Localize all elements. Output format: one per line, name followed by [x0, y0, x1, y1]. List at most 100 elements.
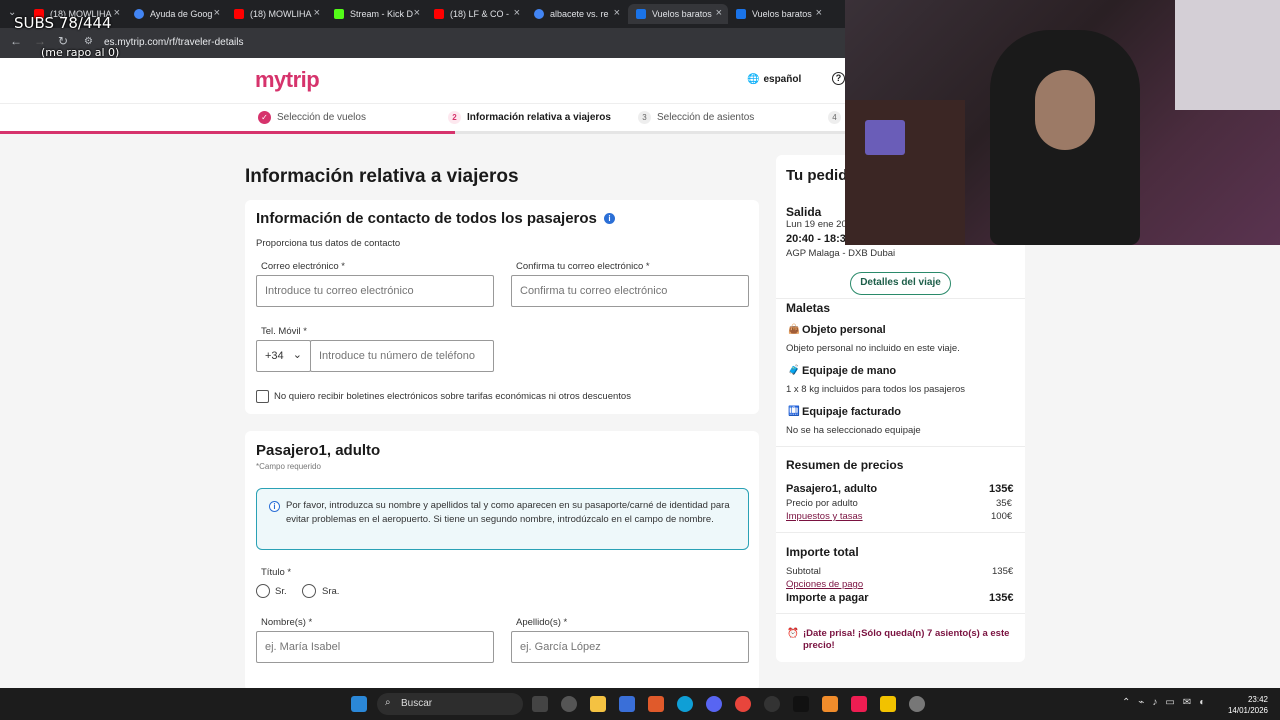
close-tab-icon[interactable]: × — [214, 7, 220, 19]
hand-luggage-title: Equipaje de mano — [802, 365, 897, 377]
trip-details-button[interactable]: Detalles del viaje — [850, 272, 951, 295]
checked-luggage-title: Equipaje facturado — [802, 406, 902, 418]
webcam-shelf — [845, 100, 965, 245]
radio-mrs[interactable] — [302, 584, 316, 598]
tiktok-studio-icon[interactable] — [851, 696, 867, 712]
mytrip-icon — [736, 9, 746, 19]
required-note: *Campo requerido — [256, 462, 321, 471]
browser-tab[interactable]: (18) LF & CO - × — [426, 4, 526, 24]
phone-field[interactable] — [310, 340, 494, 372]
youtube-icon — [234, 9, 244, 19]
name-notice: i Por favor, introduzca su nombre y apel… — [256, 488, 749, 550]
close-tab-icon[interactable]: × — [514, 7, 520, 19]
passenger-line: Pasajero1, adulto — [786, 483, 878, 495]
hand-luggage-icon: 🧳 — [788, 365, 800, 376]
browser-tab[interactable]: Vuelos baratos × — [728, 4, 828, 24]
close-tab-icon[interactable]: × — [414, 7, 420, 19]
step-traveler-info: 2 Información relativa a viajeros — [448, 111, 611, 124]
subtotal-label: Subtotal — [786, 566, 821, 577]
departure-time: 20:40 - 18:3 — [786, 233, 846, 245]
step-4: 4 — [828, 111, 841, 124]
app-icon[interactable] — [561, 696, 577, 712]
email-field[interactable] — [256, 275, 494, 307]
kick-icon — [334, 9, 344, 19]
app-icon[interactable] — [822, 696, 838, 712]
subtotal: 135€ — [992, 566, 1014, 577]
payment-options-link[interactable]: Opciones de pago — [786, 579, 863, 590]
chrome-icon[interactable] — [735, 696, 751, 712]
personal-item-title: Objeto personal — [802, 324, 886, 336]
mytrip-logo[interactable]: mytrip — [255, 67, 320, 93]
taskbar-search[interactable]: ⌕ Buscar — [377, 693, 523, 715]
tiktok-icon[interactable] — [793, 696, 809, 712]
email-label: Correo electrónico * — [261, 261, 345, 272]
webcam-overlay — [845, 0, 1280, 245]
contact-title: Información de contacto de todos los pas… — [256, 210, 597, 227]
close-tab-icon[interactable]: × — [614, 7, 620, 19]
info-icon[interactable]: i — [604, 213, 615, 224]
browser-tab[interactable]: Stream - Kick D × — [326, 4, 426, 24]
globe-icon: 🌐 — [747, 74, 760, 85]
info-icon: i — [269, 501, 280, 512]
file-explorer-icon[interactable] — [590, 696, 606, 712]
browser-tab[interactable]: (18) MOWLIHA × — [226, 4, 326, 24]
divider — [776, 446, 1025, 447]
progress-track — [455, 131, 845, 134]
url-text[interactable]: es.mytrip.com/rf/traveler-details — [104, 37, 243, 48]
hurry-text: ¡Date prisa! ¡Sólo queda(n) 7 asiento(s)… — [803, 628, 1010, 651]
adult-price: 35€ — [996, 498, 1012, 509]
step-number: 2 — [448, 111, 461, 124]
windows-start-icon[interactable] — [351, 696, 367, 712]
language-selector[interactable]: 🌐 español — [747, 74, 801, 85]
taxes-link[interactable]: Impuestos y tasas — [786, 511, 863, 522]
radio-mr-label[interactable]: Sr. — [275, 586, 287, 597]
passenger-price: 135€ — [989, 483, 1014, 495]
step-seat-selection: 3 Selección de asientos — [638, 111, 754, 124]
personal-item-text: Objeto personal no incluido en este viaj… — [786, 343, 960, 354]
confirm-email-field[interactable] — [511, 275, 749, 307]
media-icon[interactable] — [909, 696, 925, 712]
webcam-face — [1035, 70, 1095, 150]
step-flight-selection: ✓ Selección de vuelos — [258, 111, 366, 124]
help-icon[interactable]: ? — [832, 72, 845, 85]
google-icon — [134, 9, 144, 19]
checked-luggage-text: No se ha seleccionado equipaje — [786, 425, 921, 436]
divider — [776, 298, 1025, 299]
page-title: Información relativa a viajeros — [245, 166, 519, 187]
last-name-field[interactable] — [511, 631, 749, 663]
close-tab-icon[interactable]: × — [114, 7, 120, 19]
task-view-icon[interactable] — [532, 696, 548, 712]
first-name-field[interactable] — [256, 631, 494, 663]
taskbar: ⌕ Buscar ⌃⌁♪▭✉◐ 23:42 14/01/2026 — [0, 688, 1280, 720]
discord-icon[interactable] — [706, 696, 722, 712]
close-tab-icon[interactable]: × — [816, 7, 822, 19]
edge-icon[interactable] — [677, 696, 693, 712]
checked-luggage-icon: 🛄 — [788, 406, 800, 417]
warning-icon[interactable] — [880, 696, 896, 712]
browser-tab-active[interactable]: Vuelos baratos × — [628, 4, 728, 24]
brave-icon[interactable] — [648, 696, 664, 712]
newsletter-label[interactable]: No quiero recibir boletines electrónicos… — [274, 391, 631, 402]
radio-mrs-label[interactable]: Sra. — [322, 586, 339, 597]
luggage-title: Maletas — [786, 301, 831, 315]
divider — [776, 613, 1025, 614]
browser-tab[interactable]: Ayuda de Goog × — [126, 4, 226, 24]
country-code-select[interactable]: +34 ⌄ — [256, 340, 311, 372]
store-icon[interactable] — [619, 696, 635, 712]
close-tab-icon[interactable]: × — [716, 7, 722, 19]
to-pay-amount: 135€ — [989, 592, 1014, 604]
chevron-down-icon: ⌄ — [292, 349, 302, 361]
back-icon[interactable]: ← — [10, 34, 22, 48]
radio-mr[interactable] — [256, 584, 270, 598]
subs-counter: SUBS 78/444 — [14, 14, 112, 32]
newsletter-checkbox[interactable] — [256, 390, 269, 403]
passenger-title: Pasajero1, adulto — [256, 442, 381, 459]
browser-tab[interactable]: albacete vs. re × — [526, 4, 626, 24]
taskbar-clock[interactable]: 23:42 14/01/2026 — [1228, 694, 1268, 716]
app-icon[interactable] — [764, 696, 780, 712]
title-label: Título * — [261, 567, 292, 578]
step-number: 3 — [638, 111, 651, 124]
system-tray[interactable]: ⌃⌁♪▭✉◐ — [1122, 697, 1213, 708]
webcam-box — [865, 120, 905, 155]
close-tab-icon[interactable]: × — [314, 7, 320, 19]
